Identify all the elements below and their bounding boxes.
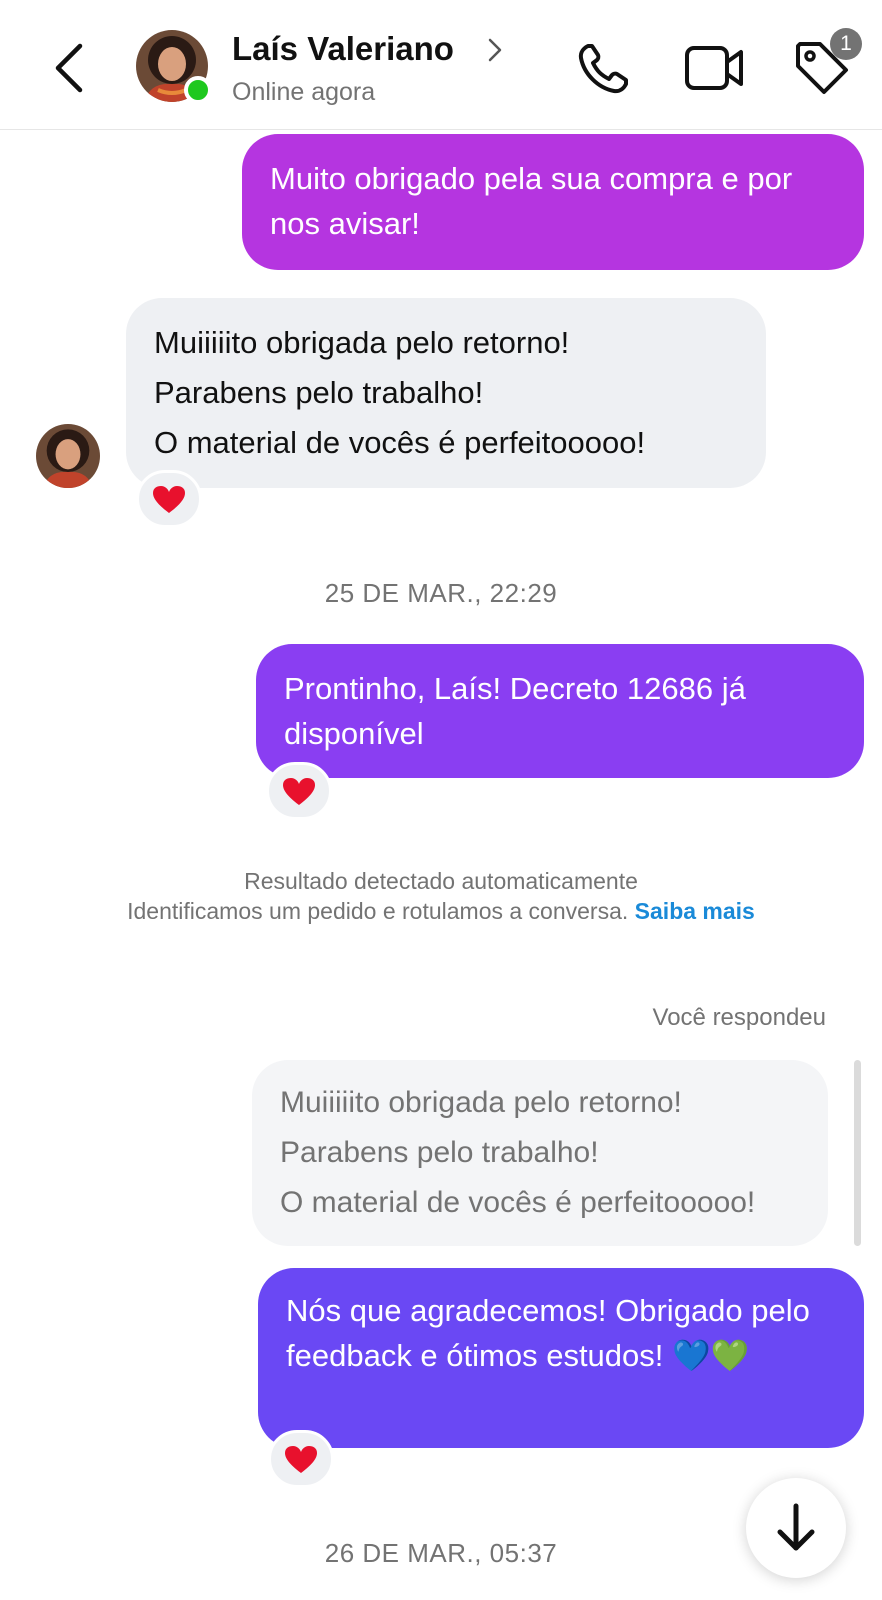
message-line: Muiiiiito obrigada pelo retorno! bbox=[154, 325, 570, 360]
quote-bar bbox=[854, 1060, 861, 1246]
heart-icon bbox=[153, 486, 185, 513]
outgoing-message[interactable]: Prontinho, Laís! Decreto 12686 já dispon… bbox=[256, 644, 864, 778]
scroll-to-bottom-button[interactable] bbox=[746, 1478, 846, 1578]
heart-reaction[interactable] bbox=[136, 470, 202, 528]
learn-more-link[interactable]: Saiba mais bbox=[635, 898, 755, 924]
quoted-line: O material de vocês é perfeitooooo! bbox=[280, 1186, 756, 1219]
sender-avatar[interactable] bbox=[36, 424, 100, 488]
chat-header: Laís Valeriano Online agora 1 bbox=[0, 0, 882, 130]
contact-name[interactable]: Laís Valeriano bbox=[232, 30, 454, 68]
message-line: O material de vocês é perfeitooooo! bbox=[154, 425, 646, 460]
tag-count-badge: 1 bbox=[830, 28, 862, 60]
incoming-message[interactable]: Muiiiiito obrigada pelo retorno! Paraben… bbox=[126, 298, 766, 488]
arrow-down-icon bbox=[777, 1503, 815, 1551]
message-line: Parabens pelo trabalho! bbox=[154, 375, 484, 410]
timestamp: 25 DE MAR., 22:29 bbox=[324, 578, 558, 608]
contact-status: Online agora bbox=[232, 78, 376, 106]
video-camera-icon bbox=[685, 46, 743, 90]
reply-label: Você respondeu bbox=[652, 1004, 826, 1031]
quoted-line: Parabens pelo trabalho! bbox=[280, 1136, 599, 1169]
chevron-right-icon[interactable] bbox=[486, 36, 504, 64]
note-body: Identificamos um pedido e rotulamos a co… bbox=[127, 898, 629, 924]
quoted-message[interactable]: Muiiiiito obrigada pelo retorno! Paraben… bbox=[252, 1060, 828, 1246]
contact-avatar[interactable] bbox=[136, 30, 212, 104]
note-title: Resultado detectado automaticamente bbox=[244, 868, 638, 894]
outgoing-message[interactable]: Muito obrigado pela sua compra e por nos… bbox=[242, 134, 864, 270]
outgoing-message[interactable]: Nós que agradecemos! Obrigado pelo feedb… bbox=[258, 1268, 864, 1448]
chevron-left-icon bbox=[55, 43, 83, 93]
heart-reaction[interactable] bbox=[266, 762, 332, 820]
heart-reaction[interactable] bbox=[268, 1430, 334, 1488]
call-button[interactable] bbox=[576, 40, 632, 96]
auto-detected-note: Resultado detectado automaticamente Iden… bbox=[90, 866, 792, 926]
heart-icon bbox=[285, 1446, 317, 1473]
back-button[interactable] bbox=[50, 40, 90, 96]
online-indicator bbox=[184, 76, 212, 104]
video-call-button[interactable] bbox=[684, 42, 746, 94]
quoted-line: Muiiiiito obrigada pelo retorno! bbox=[280, 1086, 682, 1119]
phone-icon bbox=[578, 44, 628, 94]
heart-icon bbox=[283, 778, 315, 805]
